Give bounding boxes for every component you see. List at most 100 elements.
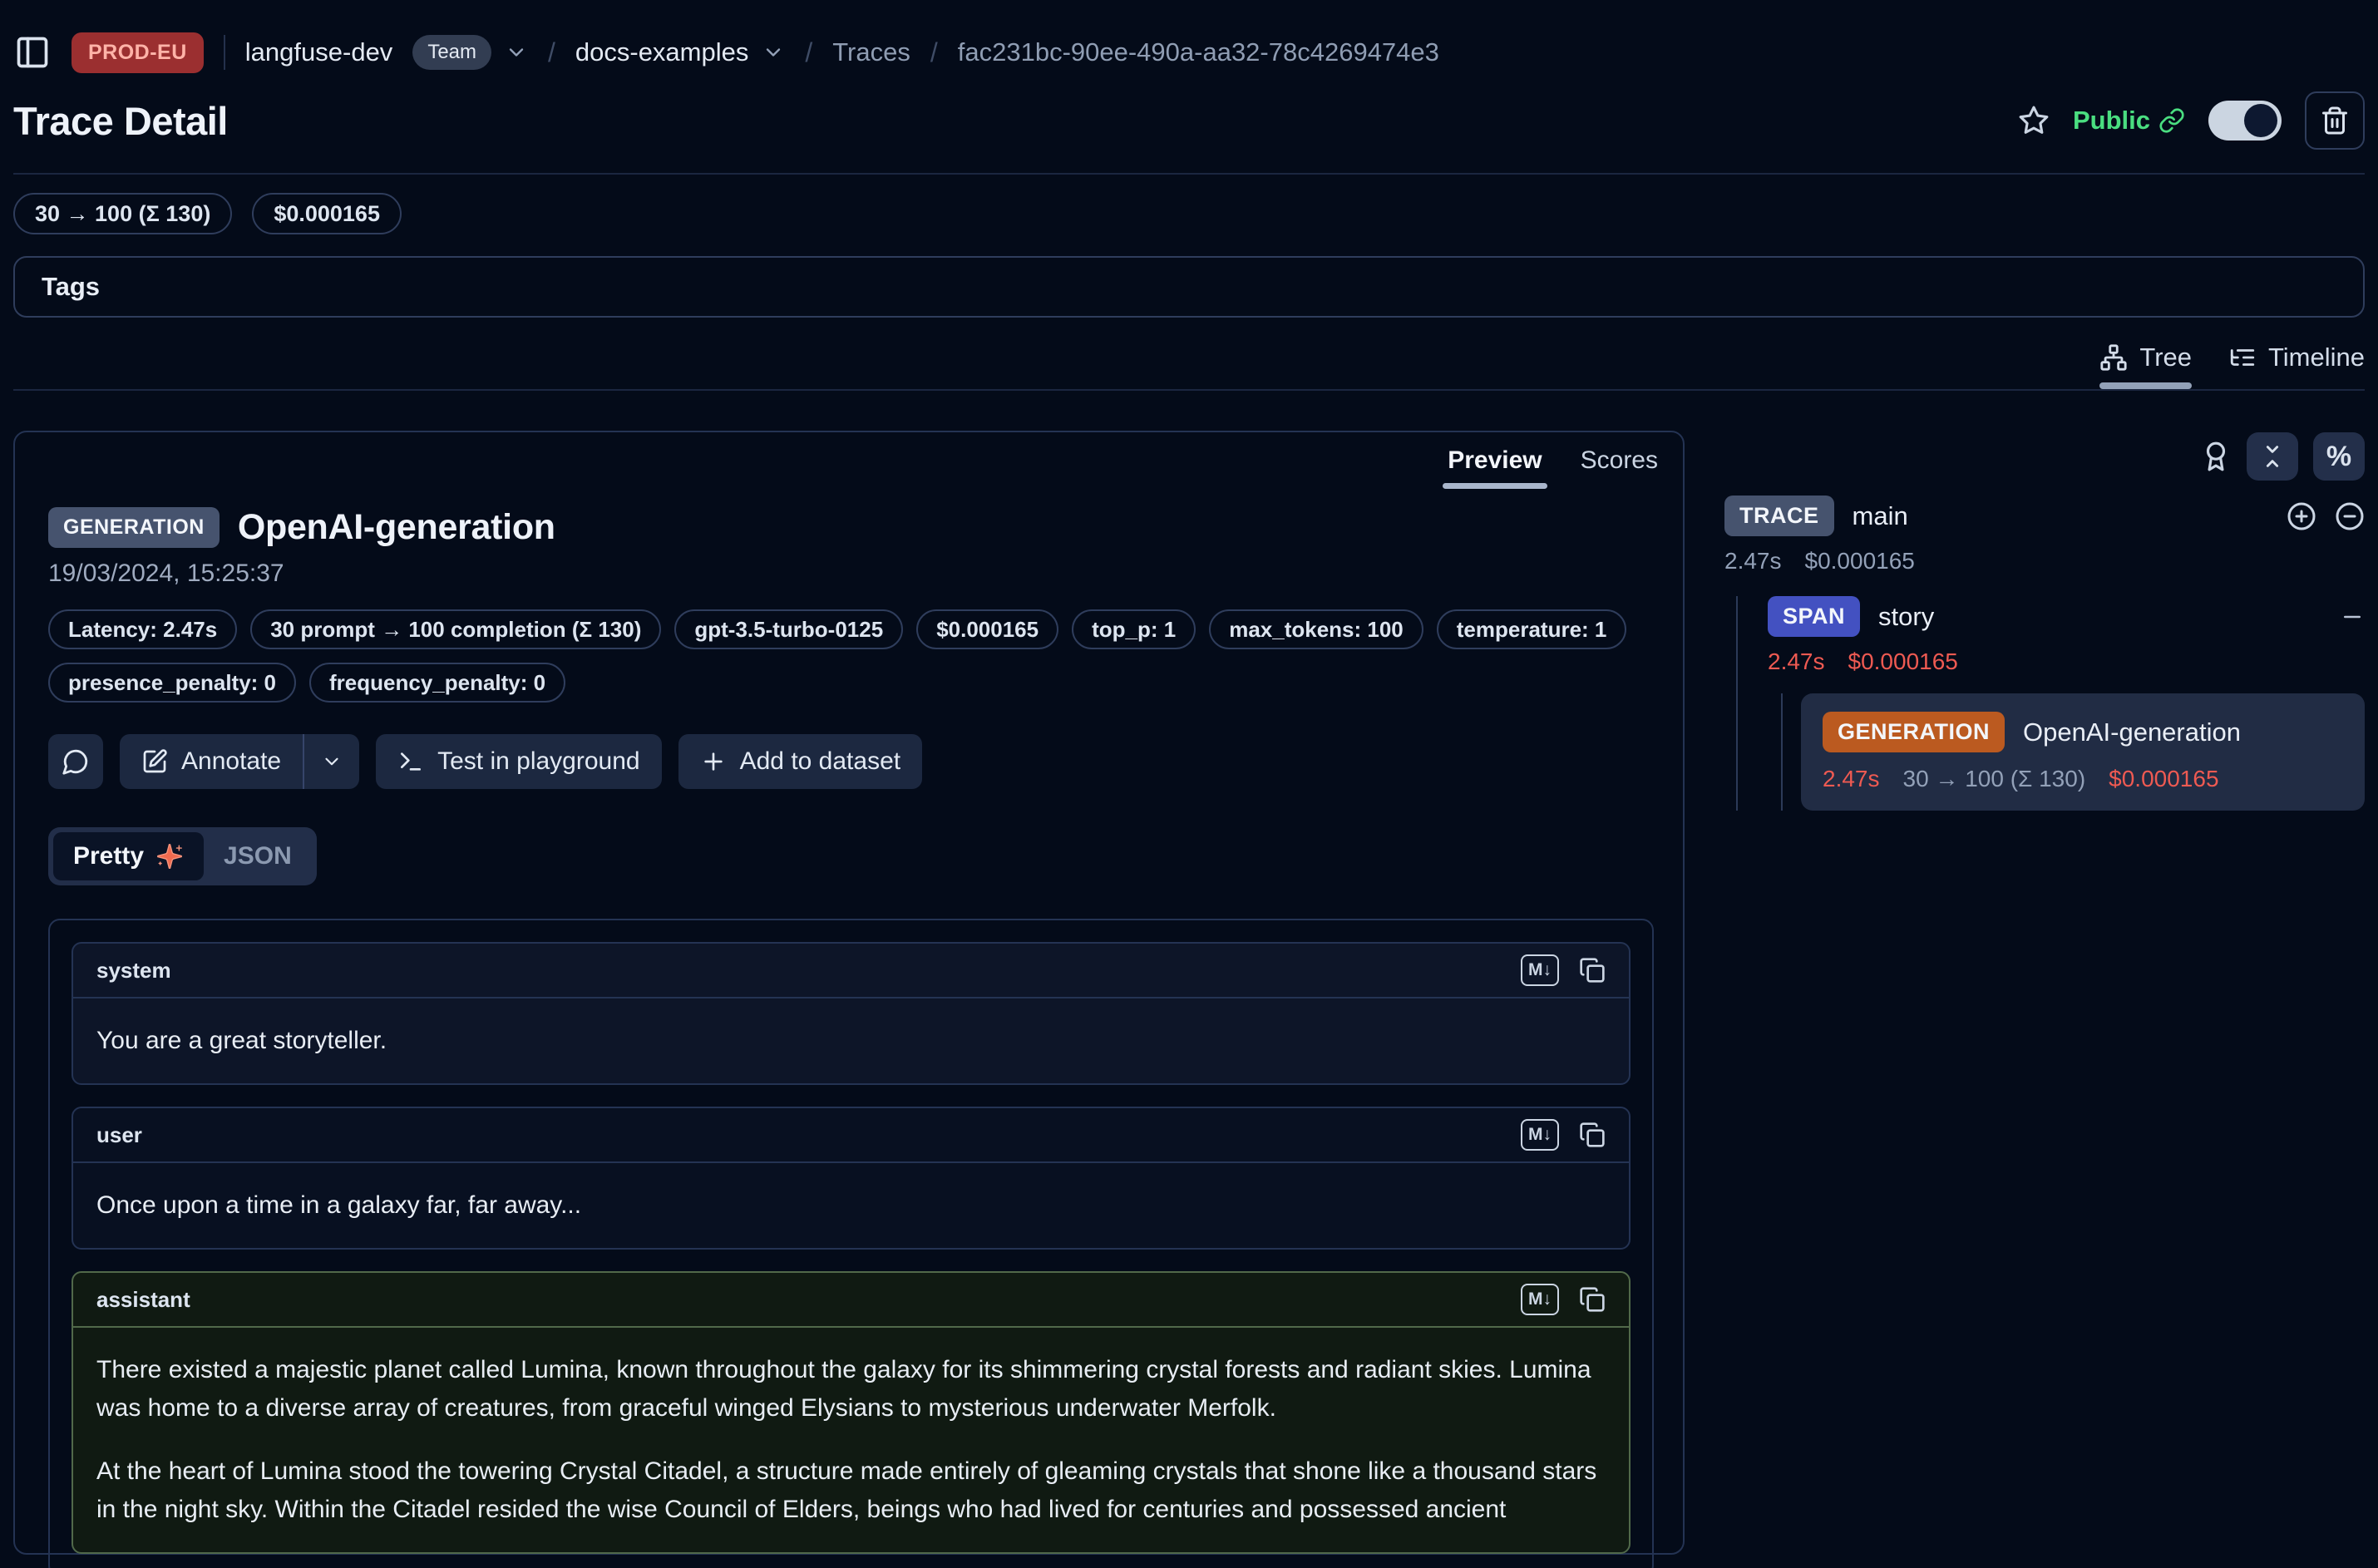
- award-icon: [2200, 441, 2232, 472]
- span-children: GENERATION OpenAI-generation 2.47s 30 → …: [1781, 693, 2365, 811]
- observation-actions: Annotate Test in playground Add to data: [48, 734, 1650, 789]
- format-json-button[interactable]: JSON: [204, 832, 312, 880]
- star-icon: [2018, 105, 2050, 136]
- top-p-badge: top_p: 1: [1072, 609, 1196, 649]
- messages-container: system M↓ You are a great storyteller. u…: [48, 919, 1654, 1568]
- tab-tree[interactable]: Tree: [2099, 343, 2192, 386]
- public-label: Public: [2073, 106, 2150, 136]
- assistant-paragraph: There existed a majestic planet called L…: [96, 1351, 1606, 1427]
- breadcrumb-org[interactable]: langfuse-dev: [245, 37, 393, 67]
- annotate-button[interactable]: Annotate: [120, 734, 303, 789]
- trace-children: SPAN story 2.47s $0.000165: [1736, 596, 2365, 811]
- annotate-label: Annotate: [181, 747, 281, 776]
- message-role-label: system: [96, 958, 171, 984]
- comment-bubble-icon: [62, 747, 90, 776]
- header-actions: Public: [2018, 91, 2365, 150]
- collapse-all-button[interactable]: [2247, 432, 2298, 481]
- tab-timeline[interactable]: Timeline: [2228, 343, 2365, 386]
- expand-all-button[interactable]: [2287, 501, 2316, 531]
- generation-tokens: 30 → 100 (Σ 130): [1903, 766, 2086, 792]
- tab-tree-label: Tree: [2139, 343, 2192, 372]
- message-role-label: user: [96, 1122, 142, 1148]
- scores-award-button[interactable]: [2200, 441, 2232, 472]
- tab-preview[interactable]: Preview: [1448, 446, 1542, 487]
- minus-circle-icon: [2335, 501, 2365, 531]
- max-tokens-badge: max_tokens: 100: [1209, 609, 1423, 649]
- pretty-label: Pretty: [73, 842, 144, 870]
- minus-icon: [2340, 604, 2365, 629]
- tree-node-generation-selected[interactable]: GENERATION OpenAI-generation 2.47s 30 → …: [1801, 693, 2365, 811]
- tags-label: Tags: [42, 272, 100, 302]
- copy-button[interactable]: [1579, 957, 1606, 984]
- plus-circle-icon: [2287, 501, 2316, 531]
- playground-label: Test in playground: [437, 747, 640, 776]
- frequency-penalty-badge: frequency_penalty: 0: [309, 663, 565, 703]
- timeline-list-icon: [2228, 343, 2257, 372]
- markdown-toggle-button[interactable]: M↓: [1521, 1284, 1559, 1315]
- add-to-dataset-button[interactable]: Add to dataset: [678, 734, 922, 789]
- message-content: You are a great storyteller.: [73, 998, 1629, 1083]
- collapse-level-button[interactable]: [2335, 501, 2365, 531]
- token-usage-badge: 30 prompt → 100 completion (Σ 130): [250, 609, 661, 649]
- tree-node-trace[interactable]: TRACE main 2.47s $0.000165: [1724, 496, 2365, 574]
- org-switcher-button[interactable]: [505, 41, 528, 64]
- preview-scores-tabs: Preview Scores: [15, 432, 1683, 487]
- span-latency: 2.47s: [1768, 648, 1825, 675]
- trash-icon: [2320, 106, 2350, 136]
- copy-button[interactable]: [1579, 1286, 1606, 1313]
- system-message-card: system M↓ You are a great storyteller.: [72, 942, 1631, 1085]
- span-type-badge: SPAN: [1768, 596, 1860, 637]
- format-toggle: Pretty JSON: [48, 827, 317, 885]
- org-plan-badge: Team: [412, 35, 491, 70]
- sparkles-icon: [155, 842, 184, 870]
- copy-icon: [1579, 1286, 1606, 1313]
- trace-summary-badges: 30 → 100 (Σ 130) $0.000165: [13, 193, 2365, 234]
- breadcrumb-separator: /: [930, 37, 938, 68]
- span-cost: $0.000165: [1848, 648, 1958, 675]
- chevron-down-icon: [762, 41, 785, 64]
- assistant-paragraph: At the heart of Lumina stood the towerin…: [96, 1452, 1606, 1529]
- public-link[interactable]: Public: [2073, 106, 2185, 136]
- format-pretty-button[interactable]: Pretty: [53, 832, 204, 880]
- assistant-message-card: assistant M↓ There existed a majestic pl…: [72, 1271, 1631, 1554]
- temperature-badge: temperature: 1: [1437, 609, 1627, 649]
- delete-trace-button[interactable]: [2305, 91, 2365, 150]
- terminal-icon: [397, 748, 424, 775]
- breadcrumb-project[interactable]: docs-examples: [575, 37, 748, 67]
- generation-node-name: OpenAI-generation: [2023, 717, 2241, 747]
- environment-badge: PROD-EU: [72, 32, 204, 73]
- test-in-playground-button[interactable]: Test in playground: [376, 734, 662, 789]
- tree-node-span[interactable]: SPAN story 2.47s $0.000165: [1768, 596, 2365, 675]
- breadcrumb: PROD-EU langfuse-dev Team / docs-example…: [13, 28, 2365, 76]
- annotate-dropdown-button[interactable]: [304, 734, 359, 789]
- model-badge[interactable]: gpt-3.5-turbo-0125: [674, 609, 903, 649]
- toggle-metrics-button[interactable]: %: [2313, 432, 2365, 481]
- user-message-card: user M↓ Once upon a time in a galaxy far…: [72, 1107, 1631, 1250]
- add-to-dataset-label: Add to dataset: [740, 747, 900, 776]
- sidebar-toggle-button[interactable]: [13, 33, 52, 71]
- view-tabs: Tree Timeline: [13, 343, 2365, 386]
- chevron-down-icon: [505, 41, 528, 64]
- markdown-toggle-button[interactable]: M↓: [1521, 954, 1559, 986]
- project-switcher-button[interactable]: [762, 41, 785, 64]
- comment-button[interactable]: [48, 734, 103, 789]
- observation-preview-card: Preview Scores GENERATION OpenAI-generat…: [13, 431, 1685, 1555]
- tags-section[interactable]: Tags: [13, 256, 2365, 318]
- cost-badge: $0.000165: [916, 609, 1058, 649]
- markdown-toggle-button[interactable]: M↓: [1521, 1119, 1559, 1151]
- copy-button[interactable]: [1579, 1122, 1606, 1148]
- bookmark-star-button[interactable]: [2018, 105, 2050, 136]
- public-toggle[interactable]: [2208, 101, 2282, 141]
- trace-detail-page: PROD-EU langfuse-dev Team / docs-example…: [0, 0, 2378, 1568]
- breadcrumb-traces-link[interactable]: Traces: [832, 37, 910, 67]
- workflow-tree-icon: [2099, 343, 2128, 372]
- message-role-label: assistant: [96, 1287, 190, 1313]
- chevron-down-icon: [321, 751, 343, 772]
- tab-scores[interactable]: Scores: [1581, 446, 1658, 487]
- observation-meta-badges-row2: presence_penalty: 0 frequency_penalty: 0: [48, 663, 1650, 703]
- generation-latency: 2.47s: [1823, 766, 1880, 792]
- collapse-span-button[interactable]: [2340, 604, 2365, 629]
- trace-cost-badge: $0.000165: [252, 193, 402, 234]
- breadcrumb-separator: /: [548, 37, 555, 68]
- message-content: There existed a majestic planet called L…: [73, 1328, 1629, 1552]
